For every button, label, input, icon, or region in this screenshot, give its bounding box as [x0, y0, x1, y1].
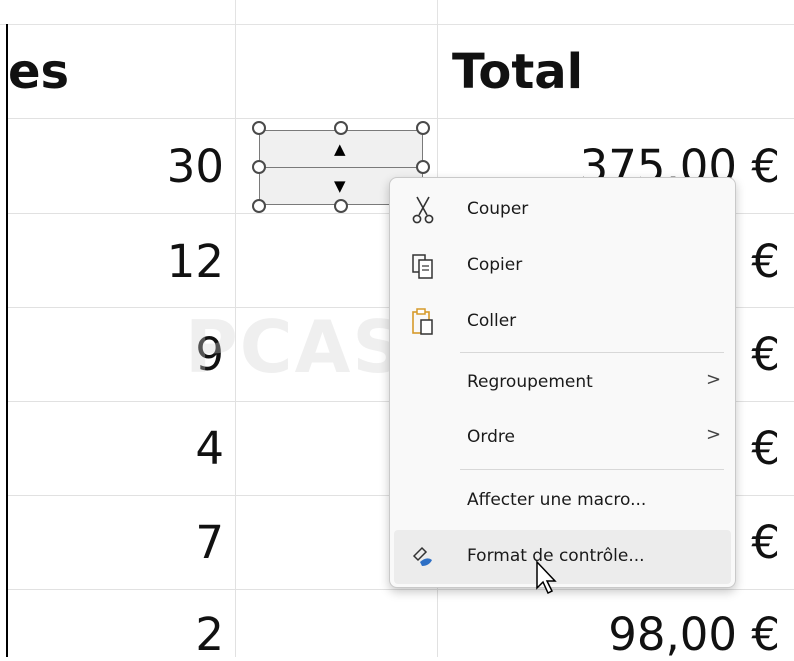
arrow-down-icon: ▼	[334, 177, 346, 195]
header-cell-total[interactable]: Total	[452, 44, 583, 100]
arrow-up-icon: ▲	[334, 140, 346, 158]
menu-label-order: Ordre	[467, 427, 515, 447]
column-separator	[235, 0, 236, 24]
menu-item-assign-macro[interactable]: Affecter une macro...	[394, 474, 731, 528]
quantity-cell[interactable]: 7	[195, 516, 224, 569]
menu-item-group[interactable]: Regroupement >	[394, 356, 731, 410]
spin-up-button[interactable]: ▲	[259, 130, 423, 168]
resize-handle[interactable]	[334, 121, 348, 135]
resize-handle[interactable]	[252, 160, 266, 174]
menu-label-copy: Copier	[467, 255, 523, 275]
menu-label-paste: Coller	[467, 311, 517, 331]
total-cell[interactable]: 98,00 €	[608, 608, 780, 661]
paste-icon	[412, 308, 433, 335]
menu-separator	[460, 469, 724, 470]
menu-item-format-control[interactable]: Format de contrôle...	[394, 530, 731, 584]
scissors-icon	[412, 196, 434, 224]
menu-separator	[460, 352, 724, 353]
row-gridline	[8, 589, 794, 590]
menu-item-copy[interactable]: Copier	[394, 239, 731, 293]
resize-handle[interactable]	[252, 121, 266, 135]
menu-item-order[interactable]: Ordre >	[394, 411, 731, 465]
mouse-pointer-icon	[536, 560, 557, 595]
chevron-right-icon: >	[706, 424, 722, 445]
column-separator	[437, 0, 438, 24]
quantity-cell[interactable]: 2	[195, 608, 224, 661]
total-cell[interactable]: €	[751, 516, 780, 569]
context-menu: Couper Copier Coller Regroupement > Ordr…	[389, 177, 736, 588]
header-cell-partial[interactable]: es	[8, 44, 69, 100]
resize-handle[interactable]	[416, 121, 430, 135]
menu-item-paste[interactable]: Coller	[394, 295, 731, 349]
quantity-cell[interactable]: 30	[167, 140, 224, 193]
menu-label-cut: Couper	[467, 199, 529, 219]
menu-label-group: Regroupement	[467, 372, 593, 392]
chevron-right-icon: >	[706, 369, 722, 390]
column-header-band	[0, 0, 794, 25]
total-cell[interactable]: €	[751, 235, 780, 288]
quantity-cell[interactable]: 4	[195, 422, 224, 475]
resize-handle[interactable]	[334, 199, 348, 213]
menu-label-assign-macro: Affecter une macro...	[467, 490, 647, 510]
resize-handle[interactable]	[416, 160, 430, 174]
copy-icon	[412, 254, 433, 279]
quantity-cell[interactable]: 12	[167, 235, 224, 288]
menu-item-cut[interactable]: Couper	[394, 183, 731, 237]
row-gridline	[8, 118, 794, 119]
resize-handle[interactable]	[252, 199, 266, 213]
total-cell[interactable]: €	[751, 328, 780, 381]
format-control-icon	[412, 546, 432, 566]
total-cell[interactable]: €	[751, 422, 780, 475]
